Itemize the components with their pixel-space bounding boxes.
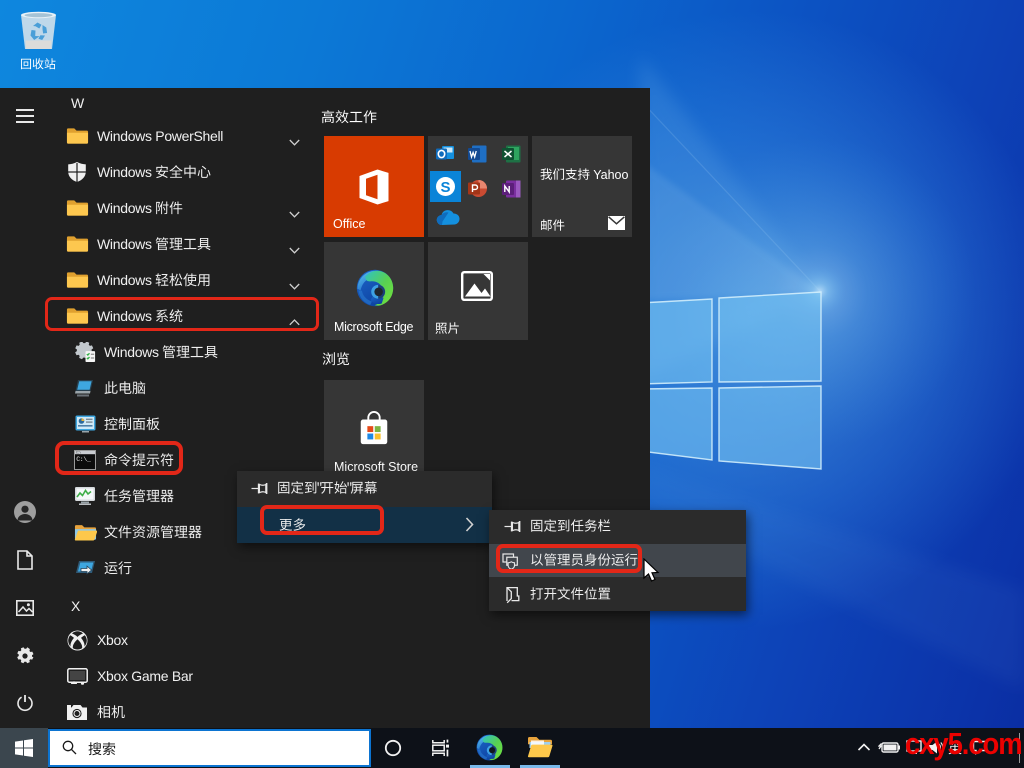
svg-text:S: S (440, 179, 450, 196)
